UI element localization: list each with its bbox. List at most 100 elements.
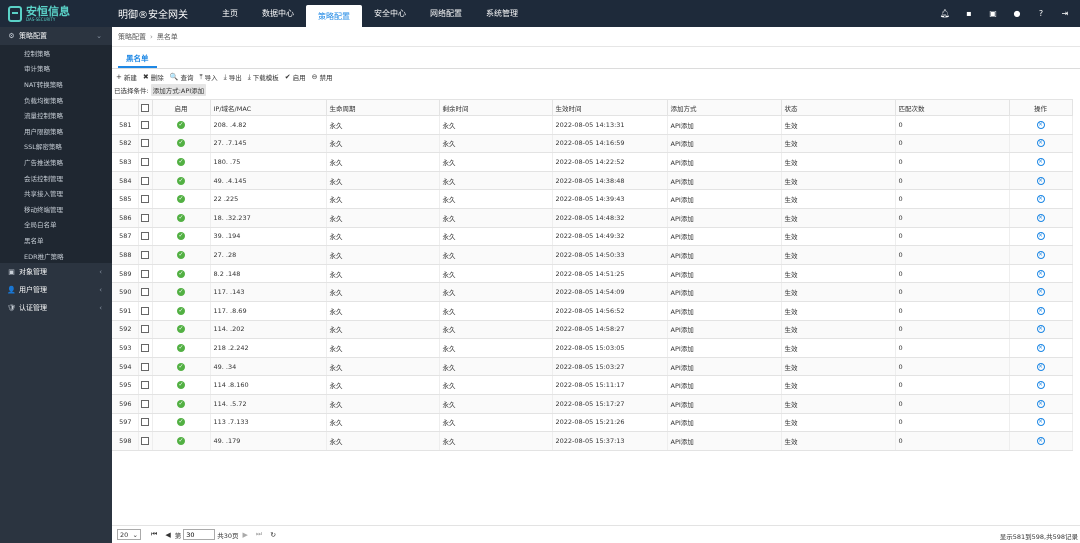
- row-action: ×: [1009, 189, 1073, 209]
- row-select: [138, 338, 153, 358]
- row-checkbox[interactable]: [141, 436, 149, 445]
- row-select: [138, 282, 153, 302]
- remove-icon[interactable]: ×: [1036, 306, 1045, 315]
- nav-item-4[interactable]: 网络配置: [418, 0, 474, 27]
- sidebar-item-8[interactable]: 会话控制管理: [0, 170, 112, 186]
- row-checkbox[interactable]: [141, 381, 149, 390]
- user-icon[interactable]: ●: [1012, 9, 1022, 19]
- sidebar-item-9[interactable]: 共享接入管理: [0, 185, 112, 201]
- remove-icon[interactable]: ×: [1036, 195, 1045, 204]
- sidebar-group-2[interactable]: 👤 用户管理 ‹: [0, 281, 112, 299]
- row-ip: 8.2 .148: [210, 264, 327, 284]
- row-status: 生效: [781, 320, 896, 340]
- download-template-button[interactable]: ⤓ 下载模板: [248, 72, 279, 83]
- remove-icon[interactable]: ×: [1036, 120, 1045, 129]
- row-count: 0: [895, 227, 1010, 247]
- row-method: API添加: [667, 134, 782, 154]
- remove-icon[interactable]: ×: [1036, 139, 1045, 148]
- page-input[interactable]: [183, 529, 216, 540]
- row-checkbox[interactable]: [141, 250, 149, 259]
- next-page-button[interactable]: ▶︎: [242, 531, 247, 539]
- query-button[interactable]: 🔍 查询: [170, 72, 194, 82]
- row-checkbox[interactable]: [141, 399, 149, 408]
- row-checkbox[interactable]: [141, 325, 149, 334]
- row-checkbox[interactable]: [141, 139, 149, 148]
- remove-icon[interactable]: ×: [1036, 232, 1045, 241]
- tab-blacklist[interactable]: 黑名单: [118, 50, 157, 68]
- export-button[interactable]: ⤓ 导出: [224, 72, 242, 83]
- row-checkbox[interactable]: [141, 418, 149, 427]
- first-page-button[interactable]: ⏮︎: [151, 530, 157, 539]
- sidebar-item-2[interactable]: NAT转换策略: [0, 76, 112, 92]
- row-checkbox[interactable]: [141, 269, 149, 278]
- sidebar-item-0[interactable]: 控制策略: [0, 45, 112, 61]
- row-select: [138, 357, 153, 377]
- remove-icon[interactable]: ×: [1036, 250, 1045, 259]
- row-status: 生效: [781, 152, 896, 172]
- remove-icon[interactable]: ×: [1036, 213, 1045, 222]
- remove-icon[interactable]: ×: [1036, 269, 1045, 278]
- bell-icon[interactable]: 🔔︎: [940, 9, 950, 19]
- row-checkbox[interactable]: [141, 213, 149, 222]
- row-method: API添加: [667, 413, 782, 433]
- remove-icon[interactable]: ×: [1036, 343, 1045, 352]
- lock-icon[interactable]: ▣: [988, 9, 998, 19]
- filter-chip[interactable]: 添加方式:API添加: [150, 83, 207, 96]
- row-checkbox[interactable]: [141, 362, 149, 371]
- page-size-select[interactable]: 20 ⌄: [117, 529, 141, 540]
- remove-icon[interactable]: ×: [1036, 176, 1045, 185]
- prev-page-button[interactable]: ◀︎: [165, 531, 170, 539]
- refresh-icon[interactable]: ↻: [270, 531, 276, 539]
- nav-item-5[interactable]: 系统管理: [474, 0, 530, 27]
- sidebar-item-5[interactable]: 用户限额策略: [0, 123, 112, 139]
- help-icon[interactable]: ?: [1036, 9, 1046, 19]
- nav-item-1[interactable]: 数据中心: [250, 0, 306, 27]
- row-checkbox[interactable]: [141, 195, 149, 204]
- sidebar-item-13[interactable]: EDR推广策略: [0, 248, 112, 264]
- check-circle-icon: ✓: [177, 176, 185, 185]
- sidebar-group-0[interactable]: ⚙ 策略配置 ⌄: [0, 27, 112, 45]
- last-page-button[interactable]: ⏭︎: [256, 530, 262, 539]
- disable-button[interactable]: ⊖ 禁用: [312, 72, 333, 82]
- new-button[interactable]: + 新建: [116, 72, 137, 82]
- logout-icon[interactable]: ⇥: [1060, 9, 1070, 19]
- sidebar-item-7[interactable]: 广告推送策略: [0, 154, 112, 170]
- delete-button[interactable]: ✖ 删除: [143, 72, 164, 82]
- sidebar-group-3[interactable]: 🛡 认证管理 ‹: [0, 299, 112, 317]
- nav-item-0[interactable]: 主页: [210, 0, 250, 27]
- row-checkbox[interactable]: [141, 120, 149, 129]
- sidebar-item-3[interactable]: 负载均衡策略: [0, 92, 112, 108]
- save-icon[interactable]: ▪: [964, 9, 974, 19]
- sidebar-group-1[interactable]: ▣ 对象管理 ‹: [0, 263, 112, 281]
- nav-item-2[interactable]: 策略配置: [306, 5, 362, 27]
- breadcrumb-parent[interactable]: 策略配置: [118, 32, 146, 42]
- remove-icon[interactable]: ×: [1036, 325, 1045, 334]
- sidebar-item-11[interactable]: 全局白名单: [0, 217, 112, 233]
- row-checkbox[interactable]: [141, 157, 149, 166]
- sidebar-item-10[interactable]: 移动终端管理: [0, 201, 112, 217]
- remove-icon[interactable]: ×: [1036, 399, 1045, 408]
- sidebar-item-12[interactable]: 黑名单: [0, 232, 112, 248]
- enable-button[interactable]: ✔ 启用: [285, 72, 306, 82]
- row-checkbox[interactable]: [141, 232, 149, 241]
- import-button[interactable]: ⤒ 导入: [199, 72, 217, 83]
- remove-icon[interactable]: ×: [1036, 436, 1045, 445]
- sidebar-item-4[interactable]: 流量控制策略: [0, 107, 112, 123]
- row-method: API添加: [667, 208, 782, 228]
- remove-icon[interactable]: ×: [1036, 288, 1045, 297]
- row-checkbox[interactable]: [141, 176, 149, 185]
- chevron-right-icon: ›: [150, 32, 153, 41]
- sidebar-item-1[interactable]: 审计策略: [0, 61, 112, 77]
- table-row: 581 ✓ 208. .4.82 永久 永久 2022-08-05 14:13:31 API…: [112, 115, 1073, 135]
- row-checkbox[interactable]: [141, 288, 149, 297]
- remove-icon[interactable]: ×: [1036, 157, 1045, 166]
- nav-item-3[interactable]: 安全中心: [362, 0, 418, 27]
- row-checkbox[interactable]: [141, 306, 149, 315]
- remove-icon[interactable]: ×: [1036, 418, 1045, 427]
- check-circle-icon: ✓: [177, 195, 185, 204]
- select-all-checkbox[interactable]: [141, 103, 149, 112]
- remove-icon[interactable]: ×: [1036, 381, 1045, 390]
- sidebar-item-6[interactable]: SSL解密策略: [0, 139, 112, 155]
- row-checkbox[interactable]: [141, 343, 149, 352]
- remove-icon[interactable]: ×: [1036, 362, 1045, 371]
